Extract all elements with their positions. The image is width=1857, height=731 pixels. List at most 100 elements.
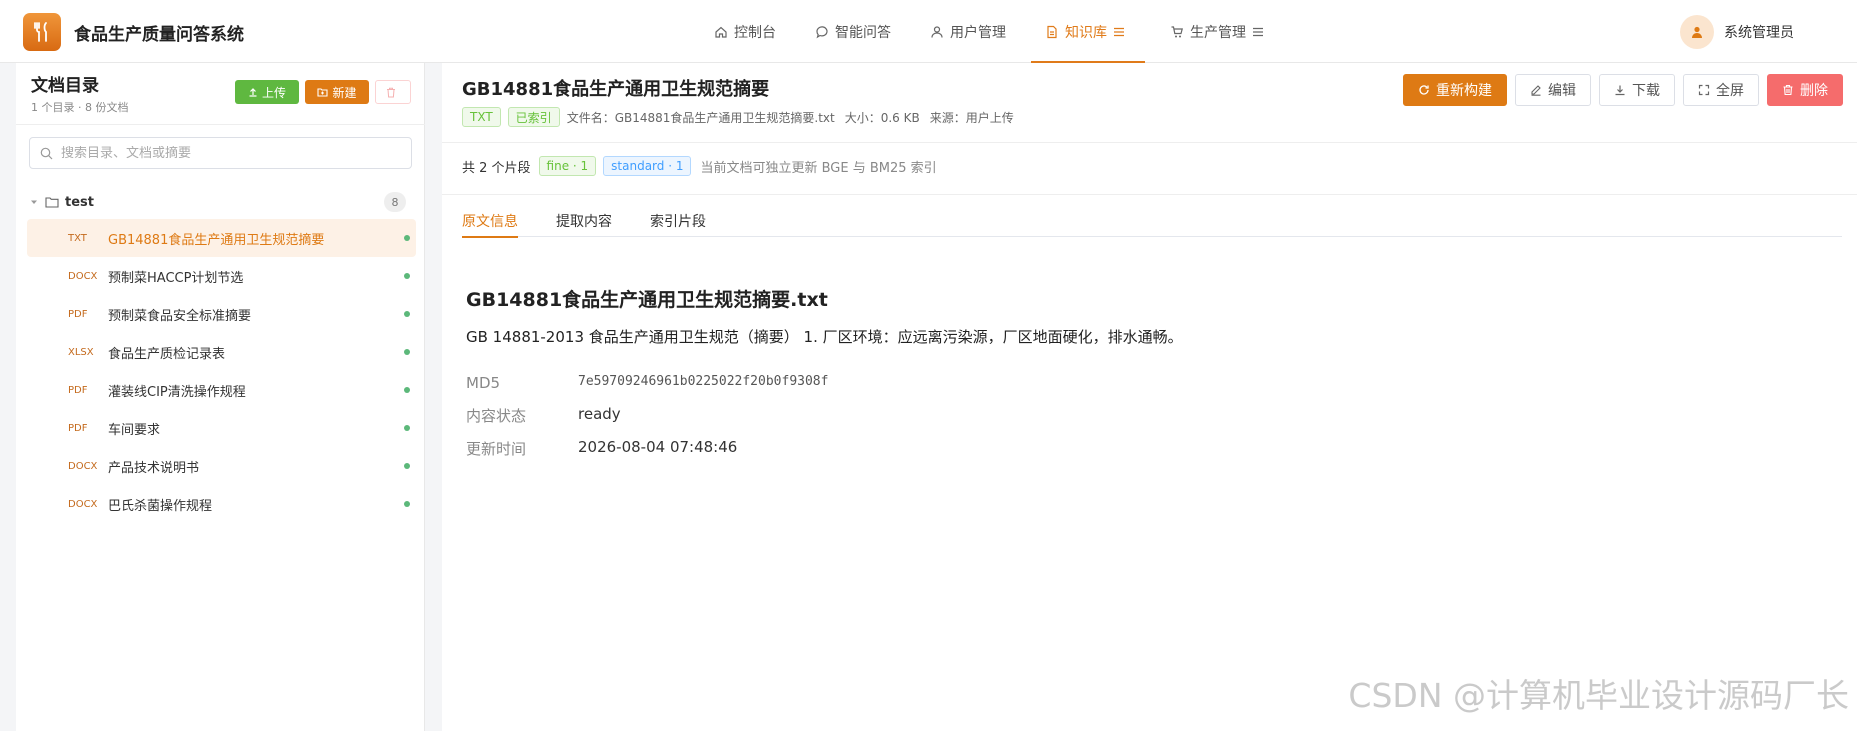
- file-type-label: XLSX: [68, 346, 94, 358]
- sidebar-title: 文档目录: [31, 76, 99, 96]
- file-item[interactable]: PDF 车间要求: [27, 409, 416, 447]
- file-item[interactable]: TXT GB14881食品生产通用卫生规范摘要: [27, 219, 416, 257]
- search-icon: [40, 147, 53, 159]
- document-detail: GB14881食品生产通用卫生规范摘要 TXT 已索引 文件名：GB14881食…: [442, 63, 1857, 731]
- upload-icon: [249, 88, 257, 97]
- nav-qa[interactable]: 智能问答: [801, 0, 905, 63]
- nav-label: 用户管理: [950, 24, 1006, 41]
- main-nav: 控制台 智能问答 用户管理 知识库 生产管理: [700, 0, 1295, 63]
- document-meta: TXT 已索引 文件名：GB14881食品生产通用卫生规范摘要.txt 大小：0…: [462, 107, 1024, 127]
- fullscreen-button[interactable]: 全屏: [1683, 74, 1759, 106]
- content-text: GB 14881-2013 食品生产通用卫生规范（摘要） 1. 厂区环境：应远离…: [466, 328, 1183, 346]
- type-tag: TXT: [462, 107, 501, 127]
- nav-production[interactable]: 生产管理: [1156, 0, 1284, 63]
- chat-icon: [816, 25, 828, 38]
- file-item[interactable]: DOCX 预制菜HACCP计划节选: [27, 257, 416, 295]
- standard-segment-tag: standard · 1: [603, 156, 692, 176]
- status-dot: [404, 311, 410, 317]
- nav-users[interactable]: 用户管理: [916, 0, 1020, 63]
- new-folder-button[interactable]: 新建: [305, 80, 369, 104]
- utensils-icon: [34, 22, 47, 42]
- folder-plus-icon: [317, 88, 329, 97]
- updated-value: 2026-08-04 07:48:46: [578, 438, 738, 456]
- app-logo[interactable]: [23, 13, 61, 51]
- file-item[interactable]: PDF 预制菜食品安全标准摘要: [27, 295, 416, 333]
- rebuild-button[interactable]: 重新构建: [1403, 74, 1507, 106]
- trash-icon: [1783, 84, 1793, 96]
- document-sidebar: 文档目录 1 个目录 · 8 份文档 上传 新建 test 8 TXT GB14…: [16, 63, 425, 731]
- watermark: CSDN @计算机毕业设计源码厂长: [1348, 676, 1849, 715]
- nav-label: 生产管理: [1190, 24, 1246, 41]
- file-size-meta: 大小：0.6 KB: [844, 110, 920, 125]
- document-actions: 重新构建 编辑 下载 全屏 删除: [1395, 74, 1843, 106]
- delete-button[interactable]: 删除: [1767, 74, 1843, 106]
- file-name: 食品生产质检记录表: [108, 346, 226, 362]
- nav-label: 智能问答: [835, 24, 891, 41]
- file-item[interactable]: DOCX 巴氏杀菌操作规程: [27, 485, 416, 523]
- nav-label: 控制台: [734, 24, 776, 41]
- search-input[interactable]: [61, 145, 391, 161]
- nav-dashboard[interactable]: 控制台: [700, 0, 790, 63]
- segment-summary: 共 2 个片段 fine · 1 standard · 1 当前文档可独立更新 …: [462, 156, 937, 176]
- file-name-meta: 文件名：GB14881食品生产通用卫生规范摘要.txt: [566, 110, 835, 125]
- status-row: 内容状态 ready: [466, 405, 621, 426]
- file-type-label: DOCX: [68, 270, 98, 282]
- file-item[interactable]: PDF 灌装线CIP清洗操作规程: [27, 371, 416, 409]
- file-name: 巴氏杀菌操作规程: [108, 498, 213, 514]
- file-name: GB14881食品生产通用卫生规范摘要: [108, 232, 325, 248]
- edit-icon: [1531, 85, 1541, 96]
- detail-tabs: 原文信息 提取内容 索引片段: [462, 205, 1842, 238]
- status-label: 内容状态: [466, 407, 527, 425]
- app-title: 食品生产质量问答系统: [74, 25, 244, 45]
- user-menu[interactable]: 系统管理员: [1680, 15, 1794, 49]
- edit-button[interactable]: 编辑: [1515, 74, 1591, 106]
- status-dot: [404, 273, 410, 279]
- nav-knowledge-base[interactable]: 知识库: [1031, 0, 1145, 63]
- cart-icon: [1171, 25, 1183, 37]
- source-meta: 来源：用户上传: [929, 110, 1014, 125]
- file-type-label: TXT: [68, 232, 87, 244]
- user-name: 系统管理员: [1724, 25, 1794, 41]
- upload-button[interactable]: 上传: [235, 80, 299, 104]
- delete-folder-button[interactable]: [375, 80, 411, 104]
- tab-original-info[interactable]: 原文信息: [462, 205, 518, 238]
- content-title: GB14881食品生产通用卫生规范摘要.txt: [466, 289, 828, 311]
- indexed-tag: 已索引: [507, 107, 560, 127]
- file-name: 车间要求: [108, 422, 161, 438]
- document-title: GB14881食品生产通用卫生规范摘要: [462, 79, 770, 100]
- fullscreen-icon: [1698, 84, 1710, 96]
- md5-value: 7e59709246961b0225022f20b0f9308f: [578, 374, 829, 389]
- status-dot: [404, 349, 410, 355]
- file-type-label: PDF: [68, 422, 88, 434]
- file-type-label: PDF: [68, 384, 88, 396]
- status-dot: [404, 501, 410, 507]
- status-dot: [404, 425, 410, 431]
- status-dot: [404, 463, 410, 469]
- segment-note: 当前文档可独立更新 BGE 与 BM25 索引: [700, 160, 937, 176]
- file-name: 产品技术说明书: [108, 460, 200, 476]
- caret-down-icon[interactable]: [29, 197, 39, 207]
- file-name: 灌装线CIP清洗操作规程: [108, 384, 246, 400]
- updated-row: 更新时间 2026-08-04 07:48:46: [466, 438, 737, 459]
- menu-icon: [1253, 27, 1263, 36]
- updated-label: 更新时间: [466, 440, 527, 458]
- file-item[interactable]: DOCX 产品技术说明书: [27, 447, 416, 485]
- search-box[interactable]: [29, 137, 412, 169]
- file-name: 预制菜HACCP计划节选: [108, 270, 244, 286]
- file-type-label: PDF: [68, 308, 88, 320]
- tab-index-segments[interactable]: 索引片段: [650, 205, 706, 237]
- tab-extracted-content[interactable]: 提取内容: [556, 205, 612, 237]
- download-icon: [1615, 85, 1625, 96]
- status-dot: [404, 387, 410, 393]
- folder-count-badge: 8: [384, 192, 406, 212]
- user-icon: [931, 25, 943, 38]
- document-icon: [1047, 25, 1057, 38]
- refresh-icon: [1419, 85, 1429, 95]
- folder-icon: [45, 197, 59, 208]
- divider: [16, 124, 425, 125]
- avatar: [1680, 15, 1714, 49]
- folder-item[interactable]: test 8: [29, 188, 412, 216]
- fine-segment-tag: fine · 1: [538, 156, 597, 176]
- file-item[interactable]: XLSX 食品生产质检记录表: [27, 333, 416, 371]
- download-button[interactable]: 下载: [1599, 74, 1675, 106]
